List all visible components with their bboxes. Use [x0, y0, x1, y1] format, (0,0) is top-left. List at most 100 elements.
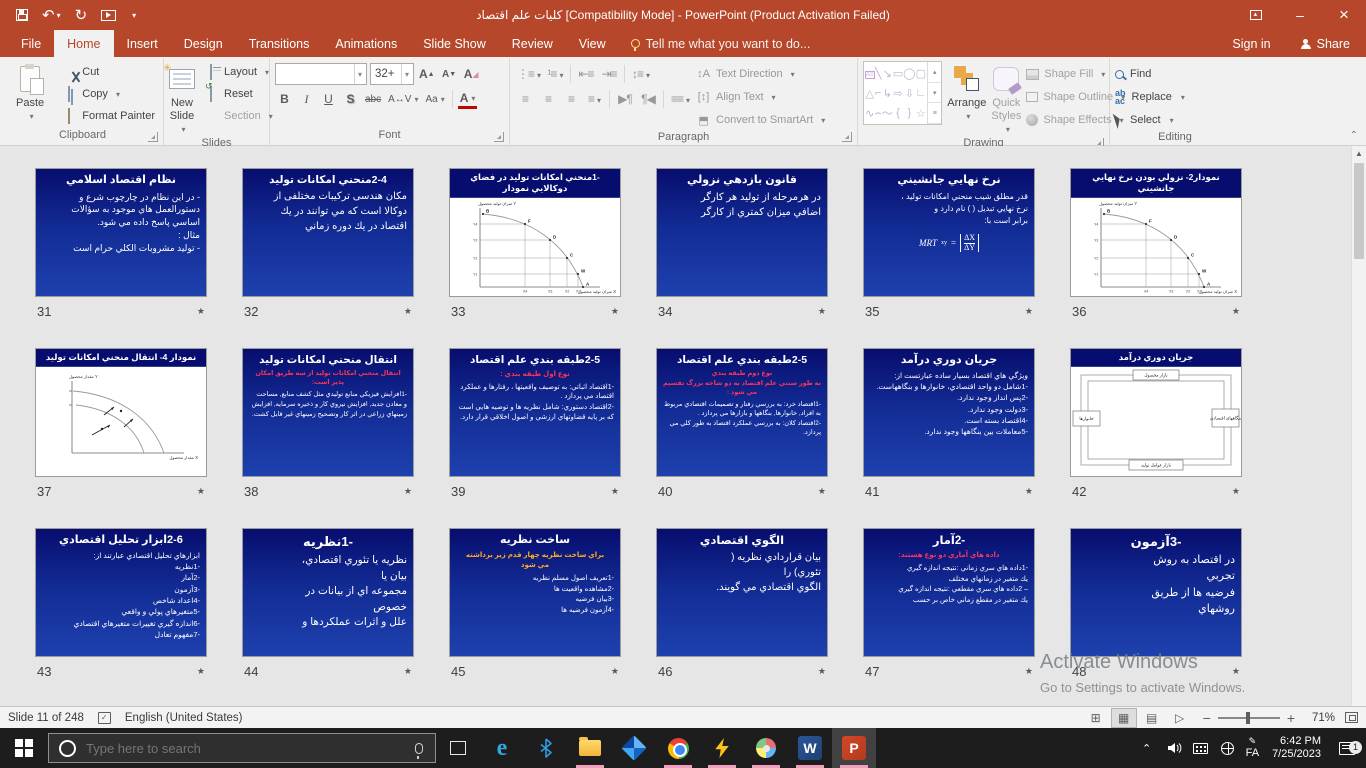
layout-button[interactable]: Layout [200, 61, 276, 83]
animation-star-icon[interactable]: ★ [1025, 666, 1033, 677]
animation-star-icon[interactable]: ★ [1025, 486, 1033, 497]
minimize-button[interactable]: – [1278, 0, 1322, 30]
animation-star-icon[interactable]: ★ [197, 486, 205, 497]
columns-button[interactable]: ≡≡ [669, 89, 691, 109]
tab-design[interactable]: Design [171, 30, 236, 57]
left-brace-shape-icon[interactable]: { [896, 107, 900, 119]
curve-shape-icon[interactable]: 〜 [882, 105, 893, 121]
line-spacing-button[interactable]: ↕≡ [630, 64, 651, 84]
ribbon-display-options-button[interactable] [1234, 0, 1278, 30]
word-taskbar-button[interactable]: W [788, 728, 832, 768]
tab-file[interactable]: File [8, 30, 54, 57]
underline-button[interactable]: U [319, 89, 338, 109]
animation-star-icon[interactable]: ★ [611, 486, 619, 497]
search-input[interactable] [86, 741, 405, 756]
undo-dropdown-icon[interactable]: ▾ [57, 11, 61, 20]
slide-thumbnail-37[interactable]: نمودار 4- انتقال منحني امكانات توليدمقدا… [35, 348, 207, 477]
animation-star-icon[interactable]: ★ [818, 486, 826, 497]
copy-button[interactable]: Copy [58, 83, 158, 105]
format-painter-button[interactable]: Format Painter [58, 105, 158, 127]
right-brace-shape-icon[interactable]: } [907, 107, 911, 119]
paint-app-taskbar-button[interactable] [744, 728, 788, 768]
slide-thumbnail-48[interactable]: -3آزموندر اقتصاد به روشتجربيفرضيه ها از … [1070, 528, 1242, 657]
file-explorer-taskbar-button[interactable] [568, 728, 612, 768]
bluetooth-taskbar-button[interactable] [524, 728, 568, 768]
elbow-arrow-shape-icon[interactable]: ↳ [883, 87, 892, 100]
slideshow-view-icon[interactable]: ▷ [1167, 708, 1193, 728]
collapse-ribbon-button[interactable]: ⌃ [1350, 130, 1358, 141]
animation-star-icon[interactable]: ★ [1232, 306, 1240, 317]
tab-transitions[interactable]: Transitions [236, 30, 323, 57]
tab-home[interactable]: Home [54, 30, 113, 57]
reading-view-icon[interactable]: ▤ [1139, 708, 1165, 728]
clear-formatting-button[interactable]: A◢ [462, 64, 481, 84]
font-size-combo[interactable]: 32+▾ [370, 63, 414, 85]
edge-taskbar-button[interactable]: e [480, 728, 524, 768]
bullets-button[interactable]: ⋮≡ [515, 64, 542, 84]
align-right-button[interactable]: ≡ [561, 89, 581, 109]
align-left-button[interactable]: ≡ [515, 89, 535, 109]
replace-button[interactable]: abacReplace [1115, 87, 1185, 107]
italic-button[interactable]: I [297, 89, 316, 109]
right-arrow-shape-icon[interactable]: ⇨ [893, 87, 902, 100]
slide-thumbnail-46[interactable]: الگوي اقتصاديبيان قراردادي نظريه (تئوري)… [656, 528, 828, 657]
redo-button[interactable]: ↻ [75, 6, 88, 24]
animation-star-icon[interactable]: ★ [1232, 486, 1240, 497]
animation-star-icon[interactable]: ★ [197, 666, 205, 677]
text-shadow-button[interactable]: S [341, 89, 360, 109]
triangle-shape-icon[interactable]: △ [866, 87, 874, 100]
ltr-text-direction-button[interactable]: ▶¶ [615, 89, 635, 109]
close-button[interactable]: × [1322, 0, 1366, 30]
clipboard-dialog-launcher[interactable] [148, 132, 158, 142]
zoom-in-button[interactable]: + [1287, 713, 1295, 723]
animation-star-icon[interactable]: ★ [1232, 666, 1240, 677]
animation-star-icon[interactable]: ★ [611, 666, 619, 677]
clock[interactable]: 6:42 PM 7/25/2023 [1268, 735, 1325, 761]
zoom-slider[interactable] [1218, 717, 1280, 719]
zoom-out-button[interactable]: − [1203, 713, 1211, 723]
slide-thumbnail-43[interactable]: 2-6ابزار تحليل اقتصاديابزارهاي تحليل اقت… [35, 528, 207, 657]
textbox-shape-icon[interactable]: A≡ [865, 67, 875, 80]
customize-qat-button[interactable]: ▾ [130, 11, 136, 20]
bold-button[interactable]: B [275, 89, 294, 109]
animation-star-icon[interactable]: ★ [404, 666, 412, 677]
start-from-beginning-button[interactable] [101, 10, 116, 21]
volume-icon[interactable] [1165, 740, 1183, 756]
elbow-connector-shape-icon[interactable]: ⌐ [875, 87, 881, 99]
normal-view-icon[interactable]: ⊞ [1083, 708, 1109, 728]
slide-thumbnail-41[interactable]: جريان دوري درآمدويژگي هاي اقتصاد بسيار س… [863, 348, 1035, 477]
save-button[interactable] [16, 9, 28, 21]
shrink-font-button[interactable]: A▼ [440, 64, 459, 84]
align-text-button[interactable]: [↕]Align Text [696, 87, 825, 107]
touch-keyboard-icon[interactable] [1192, 743, 1210, 754]
animation-star-icon[interactable]: ★ [197, 306, 205, 317]
slide-thumbnail-33[interactable]: -1منحني امكانات توليد در فضاي دوكالايي ن… [449, 168, 621, 297]
language-tray-indicator[interactable]: ✎ FA [1246, 736, 1259, 760]
tab-review[interactable]: Review [499, 30, 566, 57]
text-direction-button[interactable]: ↕AText Direction [696, 64, 825, 84]
section-button[interactable]: Section [200, 105, 276, 127]
slide-thumbnail-32[interactable]: 2-4منحني امكانات توليدمكان هندسى تركيبات… [242, 168, 414, 297]
taskbar-search[interactable] [48, 733, 436, 763]
animation-star-icon[interactable]: ★ [818, 306, 826, 317]
slide-thumbnail-47[interactable]: -2آمارداده هاي آماري دو نوع هستند:-1داده… [863, 528, 1035, 657]
undo-button[interactable]: ↶▾ [42, 6, 61, 24]
animation-star-icon[interactable]: ★ [404, 486, 412, 497]
tab-slide-show[interactable]: Slide Show [410, 30, 499, 57]
justify-button[interactable]: ≡ [584, 89, 604, 109]
decrease-indent-button[interactable]: ⇤≡ [576, 64, 596, 84]
convert-to-smartart-button[interactable]: ⬒Convert to SmartArt [696, 110, 825, 130]
paragraph-dialog-launcher[interactable] [842, 132, 852, 142]
slide-thumbnail-34[interactable]: قانون بازدهي نزوليدر هرمرحله از توليد هر… [656, 168, 828, 297]
chrome-taskbar-button[interactable] [656, 728, 700, 768]
shapes-gallery-scrollbar[interactable]: ▴▾≡ [927, 62, 941, 124]
find-button[interactable]: Find [1115, 64, 1185, 84]
slide-sorter-view-icon[interactable]: ▦ [1111, 708, 1137, 728]
scribble-shape-icon[interactable]: ∿ [865, 107, 874, 120]
arc-shape-icon[interactable]: ⌢ [875, 107, 882, 120]
arrow-shape-icon[interactable]: ↘ [883, 67, 892, 80]
tab-insert[interactable]: Insert [114, 30, 171, 57]
share-button[interactable]: Share [1285, 30, 1366, 57]
star-shape-icon[interactable]: ☆ [916, 107, 926, 120]
strikethrough-button[interactable]: abc [363, 89, 383, 109]
